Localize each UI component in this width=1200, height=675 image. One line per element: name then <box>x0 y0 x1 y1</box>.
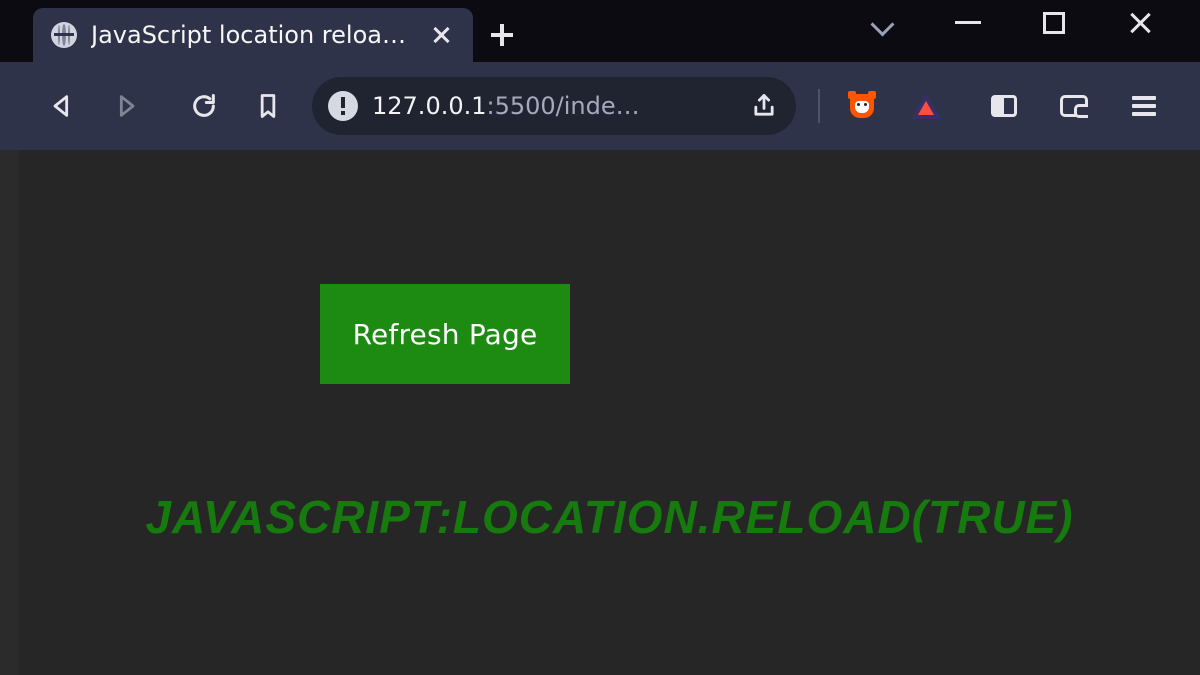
overlay-caption: JAVASCRIPT:LOCATION.RELOAD(TRUE) <box>19 490 1200 544</box>
wallet-icon <box>1060 95 1088 117</box>
brave-rewards-button[interactable] <box>900 78 952 134</box>
triangle-left-icon <box>48 92 76 120</box>
globe-icon <box>51 22 77 48</box>
bookmark-icon <box>254 92 282 120</box>
back-button[interactable] <box>36 78 88 134</box>
tab-title: JavaScript location reload true <box>91 21 415 49</box>
close-icon <box>1127 10 1153 36</box>
page-viewport: Refresh Page JAVASCRIPT:LOCATION.RELOAD(… <box>19 150 1200 675</box>
url-path: :5500/inde… <box>487 92 640 120</box>
sidebar-toggle-button[interactable] <box>978 78 1030 134</box>
forward-button[interactable] <box>100 78 152 134</box>
new-tab-button[interactable] <box>475 8 529 62</box>
bookmark-button[interactable] <box>242 78 294 134</box>
titlebar: JavaScript location reload true <box>0 0 1200 62</box>
close-tab-button[interactable] <box>429 23 453 47</box>
tab-search-button[interactable] <box>862 3 902 43</box>
brave-shields-button[interactable] <box>836 78 888 134</box>
share-icon[interactable] <box>750 92 778 120</box>
plus-icon <box>491 24 513 46</box>
chevron-down-icon <box>871 12 893 34</box>
maximize-icon <box>1043 12 1065 34</box>
address-bar[interactable]: 127.0.0.1:5500/inde… <box>312 77 796 135</box>
close-window-button[interactable] <box>1120 3 1160 43</box>
app-menu-button[interactable] <box>1118 78 1170 134</box>
browser-tab[interactable]: JavaScript location reload true <box>33 8 473 62</box>
info-warning-icon[interactable] <box>328 91 358 121</box>
minimize-button[interactable] <box>948 3 988 43</box>
toolbar-divider <box>818 89 820 123</box>
triangle-right-icon <box>112 92 140 120</box>
url-text: 127.0.0.1:5500/inde… <box>372 92 736 120</box>
reload-button[interactable] <box>178 78 230 134</box>
refresh-page-button[interactable]: Refresh Page <box>320 284 570 384</box>
toolbar-right-group <box>978 78 1170 134</box>
toolbar: 127.0.0.1:5500/inde… <box>0 62 1200 150</box>
bat-triangle-icon <box>911 93 941 119</box>
sidebar-panel-icon <box>991 95 1017 117</box>
hamburger-menu-icon <box>1132 96 1156 116</box>
maximize-button[interactable] <box>1034 3 1074 43</box>
reload-icon <box>190 92 218 120</box>
minimize-icon <box>955 21 981 24</box>
url-host: 127.0.0.1 <box>372 92 487 120</box>
window-controls <box>842 0 1200 45</box>
wallet-button[interactable] <box>1048 78 1100 134</box>
browser-window: JavaScript location reload true <box>0 0 1200 675</box>
brave-lion-icon <box>848 91 876 121</box>
